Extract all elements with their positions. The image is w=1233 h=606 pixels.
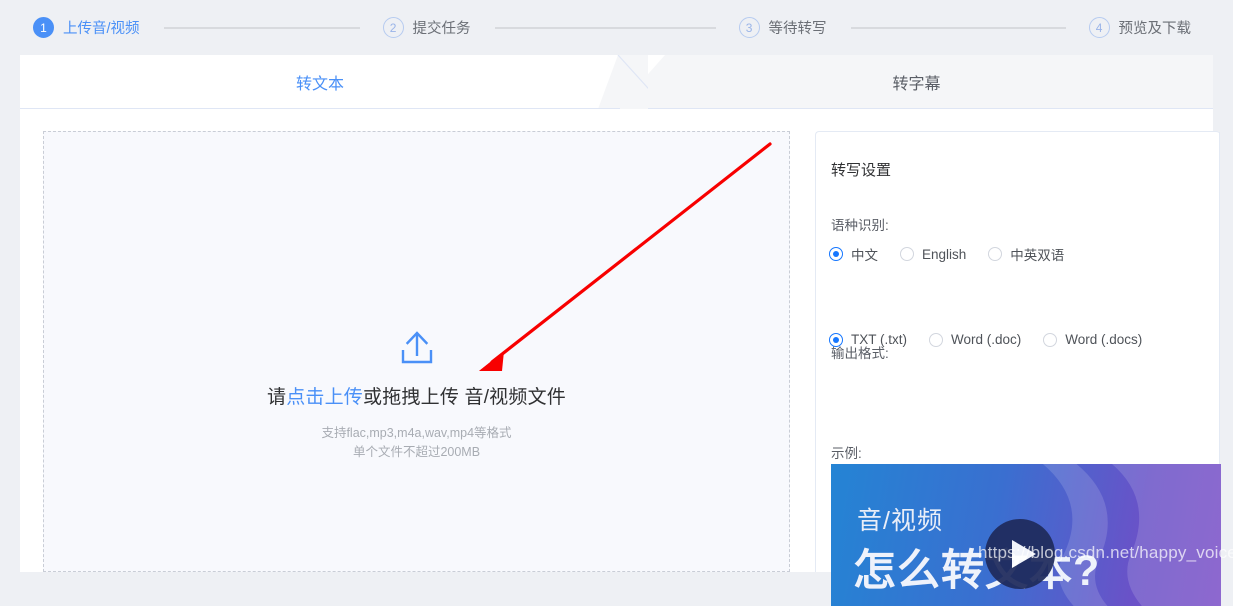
format-option-txt[interactable]: TXT (.txt): [829, 332, 907, 347]
step-number-4: 4: [1088, 17, 1110, 38]
step-label-4: 预览及下载: [1118, 21, 1192, 37]
step-item-1[interactable]: 1 上传音/视频: [33, 17, 140, 38]
step-connector-1: [163, 26, 360, 29]
main-card: 转文本 转字幕 请点击上传或拖拽上传 音/视频文件 支持flac,mp3,m4a…: [20, 55, 1221, 606]
play-button-icon[interactable]: [985, 519, 1055, 589]
language-option-english[interactable]: English: [900, 247, 966, 262]
language-option-label: 中英双语: [1010, 248, 1065, 263]
card-body: 请点击上传或拖拽上传 音/视频文件 支持flac,mp3,m4a,wav,mp4…: [20, 109, 1221, 606]
step-connector-2: [494, 26, 716, 29]
upload-icon: [401, 331, 432, 364]
transcription-settings-panel: 转写设置 语种识别: 中文 English 中英双语 输出格式: TXT (.t…: [815, 131, 1221, 606]
language-option-label: English: [922, 246, 967, 262]
step-label-2: 提交任务: [412, 21, 471, 37]
dropzone-hint-size: 单个文件不超过200MB: [352, 445, 481, 459]
format-radio-group[interactable]: TXT (.txt) Word (.doc) Word (.docs): [829, 332, 1142, 347]
thumbnail-line-2: 怎么转文本?: [853, 547, 1101, 595]
radio-unselected-icon: [1043, 332, 1058, 347]
format-option-docs[interactable]: Word (.docs): [1043, 332, 1142, 347]
language-option-label: 中文: [851, 248, 878, 263]
radio-unselected-icon: [988, 247, 1003, 261]
step-number-3: 3: [738, 17, 760, 38]
step-item-3[interactable]: 3 等待转写: [738, 17, 827, 38]
dropzone-click-link[interactable]: 点击上传: [286, 387, 363, 408]
sample-video-thumbnail[interactable]: 音/视频 怎么转文本?: [831, 464, 1221, 606]
format-option-label: TXT (.txt): [851, 332, 907, 347]
step-connector-3: [850, 26, 1066, 29]
radio-unselected-icon: [929, 332, 943, 347]
language-option-chinese[interactable]: 中文: [829, 244, 878, 264]
step-item-2[interactable]: 2 提交任务: [382, 17, 471, 38]
format-option-label: Word (.doc): [951, 332, 1022, 347]
step-label-3: 等待转写: [768, 21, 827, 37]
dropzone-text-prefix: 请: [267, 387, 287, 408]
step-number-1: 1: [33, 17, 54, 38]
radio-selected-icon: [829, 332, 843, 347]
language-option-bilingual[interactable]: 中英双语: [988, 244, 1064, 264]
step-label-1: 上传音/视频: [63, 21, 140, 37]
dropzone-text-suffix: 或拖拽上传 音/视频文件: [363, 387, 566, 408]
language-label: 语种识别:: [831, 218, 889, 233]
tab-bar: 转文本 转字幕: [20, 55, 1213, 109]
thumbnail-line-1: 音/视频: [857, 507, 943, 535]
dropzone-hint-formats: 支持flac,mp3,m4a,wav,mp4等格式: [321, 426, 512, 440]
tab-to-subtitle[interactable]: 转字幕: [620, 55, 1213, 108]
upload-dropzone[interactable]: 请点击上传或拖拽上传 音/视频文件 支持flac,mp3,m4a,wav,mp4…: [43, 131, 790, 572]
format-option-doc[interactable]: Word (.doc): [929, 332, 1021, 347]
settings-title: 转写设置: [831, 162, 892, 179]
step-number-2: 2: [382, 17, 404, 38]
radio-selected-icon: [829, 247, 843, 261]
radio-unselected-icon: [900, 247, 914, 261]
play-triangle-icon: [1012, 540, 1036, 568]
format-option-label: Word (.docs): [1065, 332, 1143, 347]
dropzone-content: 请点击上传或拖拽上传 音/视频文件 支持flac,mp3,m4a,wav,mp4…: [44, 330, 789, 462]
step-item-4[interactable]: 4 预览及下载: [1088, 17, 1192, 38]
dropzone-main-text: 请点击上传或拖拽上传 音/视频文件: [44, 382, 789, 409]
sample-label: 示例:: [831, 446, 862, 461]
tab-to-text[interactable]: 转文本: [20, 55, 620, 108]
dropzone-hint: 支持flac,mp3,m4a,wav,mp4等格式 单个文件不超过200MB: [44, 424, 789, 462]
language-radio-group[interactable]: 中文 English 中英双语: [829, 244, 1064, 264]
progress-stepper: 1 上传音/视频 2 提交任务 3 等待转写 4 预览及下载: [0, 0, 1233, 55]
